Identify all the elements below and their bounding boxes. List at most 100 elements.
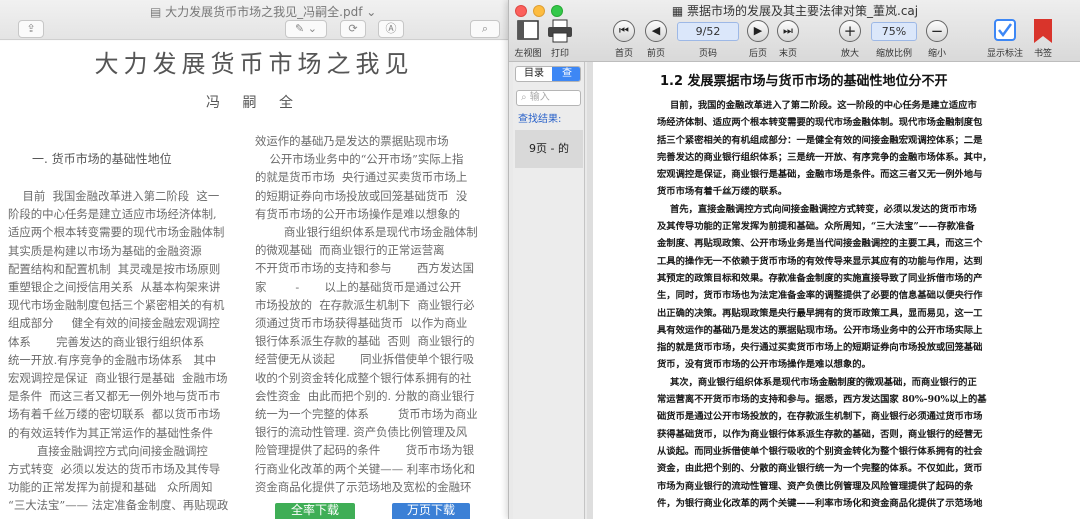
sidebar-panel: 目录 查 ⌕ 输入 查找结果: 9页 - 的 bbox=[513, 62, 585, 519]
chevron-down-icon: ⌄ bbox=[362, 5, 377, 19]
zoom-in-label: 放大 bbox=[840, 49, 859, 59]
text-line: 工具的操作无一不依赖于货币市场的有效传导来显示其应有的功能与作用，达到 bbox=[657, 255, 983, 267]
annotate-button[interactable]: Ⓐ bbox=[378, 20, 404, 38]
text-line: 目前，我国的金融改革进入了第二阶段。这一阶段的中心任务是建立适应市 bbox=[657, 100, 977, 111]
pen-icon: ✎ bbox=[295, 22, 305, 35]
checkbox-icon bbox=[994, 19, 1016, 41]
zoom-out-label: 缩小 bbox=[927, 49, 946, 59]
previous-page-label: 前页 bbox=[646, 49, 665, 59]
pdf-toolbar: ▤ 大力发展货币市场之我见_冯嗣全.pdf ⌄ ⇪ ✎ ⌄ ⟳ Ⓐ ⌕ bbox=[0, 0, 508, 40]
tab-toc[interactable]: 目录 bbox=[516, 67, 552, 81]
markup-button[interactable]: ✎ ⌄ bbox=[285, 20, 327, 38]
previous-page-icon: ◀ bbox=[651, 24, 661, 37]
search-result-item[interactable]: 9页 - 的 bbox=[515, 130, 583, 168]
pdf-window-title[interactable]: ▤ 大力发展货币市场之我见_冯嗣全.pdf ⌄ bbox=[150, 3, 376, 20]
text-line: 重塑银企之间授信用关系 从基本构架来讲 bbox=[8, 280, 221, 295]
text-line: 现代市场金融制度包括三个紧密相关的有机 bbox=[8, 298, 225, 313]
search-icon: ⌕ bbox=[521, 92, 530, 103]
page-number-label: 页码 bbox=[698, 49, 717, 59]
text-line: 其实质是构建以市场为基础的金融资源 bbox=[8, 243, 202, 258]
text-line: 效运作的基础乃是发达的票据贴现市场 bbox=[255, 134, 449, 148]
pdf-viewer-window: ▤ 大力发展货币市场之我见_冯嗣全.pdf ⌄ ⇪ ✎ ⌄ ⟳ Ⓐ ⌕ 大力发展… bbox=[0, 0, 508, 519]
text-line: 具有效运作的基础乃是发达的票据贴现市场。公开市场业务中的公开市场实际上 bbox=[657, 324, 983, 336]
section-heading: 一. 货币市场的基础性地位 bbox=[32, 152, 172, 166]
text-line: 其次，商业银行组织体系是现代市场金融制度的微观基础，而商业银行的正 bbox=[657, 376, 977, 388]
text-line: 市场为商业银行的流动性管理、资产负债比例管理及风险管理提供了起码的条 bbox=[657, 480, 974, 492]
text-line: 目前 我国金融改革进入第二阶段 这一 bbox=[8, 189, 220, 203]
text-line: 资金，由此把个别的、分散的商业银行统一为一个完整的体系。不仅如此，货币 bbox=[657, 463, 983, 475]
bookmark-button[interactable] bbox=[1032, 19, 1054, 43]
text-line: 货币，没有货币市场的公开市场操作是难以想象的。 bbox=[657, 359, 871, 371]
text-line: 的微观基础 而商业银行的正常运营离 bbox=[255, 243, 445, 258]
text-line: 家 - 以上的基础货币是通过公开 bbox=[255, 279, 462, 294]
sidebar-toggle-label: 左视图 bbox=[514, 49, 542, 59]
caj-window-title: ▦ 票据市场的发展及其主要法律对策_董岚.caj bbox=[671, 4, 919, 18]
text-line: 出正确的决策。再贴现政策是央行最早拥有的货币政策工具，显而易见，这一工 bbox=[657, 307, 983, 319]
search-button[interactable]: ⌕ bbox=[470, 20, 500, 38]
next-page-button[interactable]: ▶ bbox=[747, 20, 769, 42]
previous-page-button[interactable]: ◀ bbox=[645, 20, 667, 42]
zoom-out-button[interactable]: − bbox=[926, 20, 948, 42]
minus-icon: − bbox=[930, 22, 944, 40]
page-number-input[interactable]: 9/52 bbox=[677, 22, 739, 41]
caj-viewer-window: ▦ 票据市场的发展及其主要法律对策_董岚.caj 左视图 打印 ⏮ 首页 ◀ 前… bbox=[508, 0, 1080, 519]
text-line: 货币市场有着千丝万缕的联系。 bbox=[657, 186, 788, 198]
show-annotations-label: 显示标注 bbox=[986, 49, 1023, 59]
text-line: 生，同时，货币市场也为法定准备金率的调整提供了必要的信息基础以便央行作 bbox=[657, 290, 983, 302]
first-page-label: 首页 bbox=[614, 49, 633, 59]
document-title: 大力发展货币市场之我见 bbox=[94, 50, 414, 78]
rotate-button[interactable]: ⟳ bbox=[340, 20, 366, 38]
download-all-button[interactable]: 全率下载 bbox=[275, 503, 355, 519]
text-line: 经营便无从谈起 同业拆借使单个银行吸 bbox=[255, 352, 474, 367]
text-line: 从谈起。而同业拆借使单个银行吸收的个别资金转化为整个银行体系拥有的社会 bbox=[657, 445, 983, 457]
text-line: 场有着千丝万缕的密切联系 都以货币市场 bbox=[8, 407, 221, 422]
text-line: 行商业化改革的两个关键—— 利率市场化和 bbox=[255, 461, 476, 476]
text-line: 是条件 而这三者又都无一例外地与货币市 bbox=[8, 389, 221, 404]
annotate-icon: Ⓐ bbox=[385, 22, 397, 35]
text-column-left: 目前 我国金融改革进入第二阶段 这一 阶段的中心任务是建立适应市场经济体制, 适应两… bbox=[8, 187, 244, 515]
text-line: 金制度、再贴现政策、公开市场业务是当代间接金融调控的主要工具，而这三个 bbox=[657, 238, 983, 250]
text-line: 体系 完善发达的商业银行组织体系 bbox=[8, 334, 205, 349]
text-line: 常运营离不开货币市场的支持和参与。据悉，西方发达国家 80%-90%以上的基 bbox=[657, 394, 987, 406]
section-heading: 1.2 发展票据市场与货币市场的基础性地位分不开 bbox=[660, 74, 948, 89]
text-line: 的短期证券向市场投放或回笼基础货币 没 bbox=[255, 188, 468, 203]
pdf-file-icon: ▤ bbox=[150, 5, 166, 19]
last-page-icon: ⏭ bbox=[783, 24, 793, 37]
text-line: 直接金融调控方式向间接金融调控 bbox=[8, 443, 208, 458]
chevron-down-icon: ⌄ bbox=[307, 22, 317, 35]
sidebar-tabs: 目录 查 bbox=[515, 66, 581, 82]
show-annotations-button[interactable] bbox=[994, 19, 1016, 41]
tab-search[interactable]: 查 bbox=[552, 67, 580, 81]
download-page-button[interactable]: 万页下载 bbox=[392, 503, 470, 519]
text-line: 宏观调控是保证，商业银行是基础，金融市场是条件。而这三者又无一例外地与 bbox=[657, 169, 983, 181]
text-line: “三大法宝”—— 法定准备金制度、再贴现政 bbox=[8, 498, 229, 513]
search-results-label: 查找结果: bbox=[518, 114, 562, 125]
last-page-button[interactable]: ⏭ bbox=[777, 20, 799, 42]
last-page-label: 末页 bbox=[778, 49, 797, 59]
text-line: 指的就是货币市场，央行通过买卖货币市场上的短期证券向市场投放或回笼基础 bbox=[657, 342, 983, 354]
text-line: 市场投放的 在存款派生机制下 商业银行必 bbox=[255, 297, 475, 312]
zoom-in-button[interactable]: + bbox=[839, 20, 861, 42]
plus-icon: + bbox=[843, 22, 857, 40]
bookmark-icon bbox=[1034, 19, 1052, 43]
document-body-text: 目前，我国的金融改革进入了第二阶段。这一阶段的中心任务是建立适应市 场经济体制、适… bbox=[657, 97, 1075, 512]
search-icon: ⌕ bbox=[481, 22, 489, 35]
text-line: 有货币市场的公开市场操作是难以想象的 bbox=[255, 206, 461, 221]
text-line: 不开货币市场的支持和参与 西方发达国 bbox=[255, 261, 474, 276]
print-button[interactable] bbox=[547, 19, 573, 43]
zoom-level-input[interactable]: 75% bbox=[871, 22, 917, 41]
text-line: 组成部分 健全有效的间接金融宏观调控 bbox=[8, 316, 220, 331]
text-line: 银行的流动性管理. 资产负债比例管理及风 bbox=[255, 425, 468, 440]
share-button[interactable]: ⇪ bbox=[18, 20, 44, 38]
text-line: 配置结构和配置机制 其灵魂是按市场原则 bbox=[8, 261, 221, 276]
sidebar-toggle-button[interactable] bbox=[517, 19, 539, 41]
text-line: 阶段的中心任务是建立适应市场经济体制, bbox=[8, 207, 217, 222]
text-line: 统一为一个完整的体系 货币市场为商业 bbox=[255, 407, 478, 422]
text-line: 险管理提供了起码的条件 货币市场为银 bbox=[255, 443, 474, 458]
caj-file-icon: ▦ bbox=[671, 4, 688, 18]
desktop: ▤ 大力发展货币市场之我见_冯嗣全.pdf ⌄ ⇪ ✎ ⌄ ⟳ Ⓐ ⌕ 大力发展… bbox=[0, 0, 1080, 519]
text-line: 首先，直接金融调控方式向间接金融调控方式转变，必须以发达的货币市场 bbox=[657, 203, 977, 215]
text-line: 宏观调控是保证 商业银行是基础 金融市场 bbox=[8, 371, 228, 386]
sidebar-search-input[interactable]: ⌕ 输入 bbox=[516, 90, 581, 106]
first-page-button[interactable]: ⏮ bbox=[613, 20, 635, 42]
